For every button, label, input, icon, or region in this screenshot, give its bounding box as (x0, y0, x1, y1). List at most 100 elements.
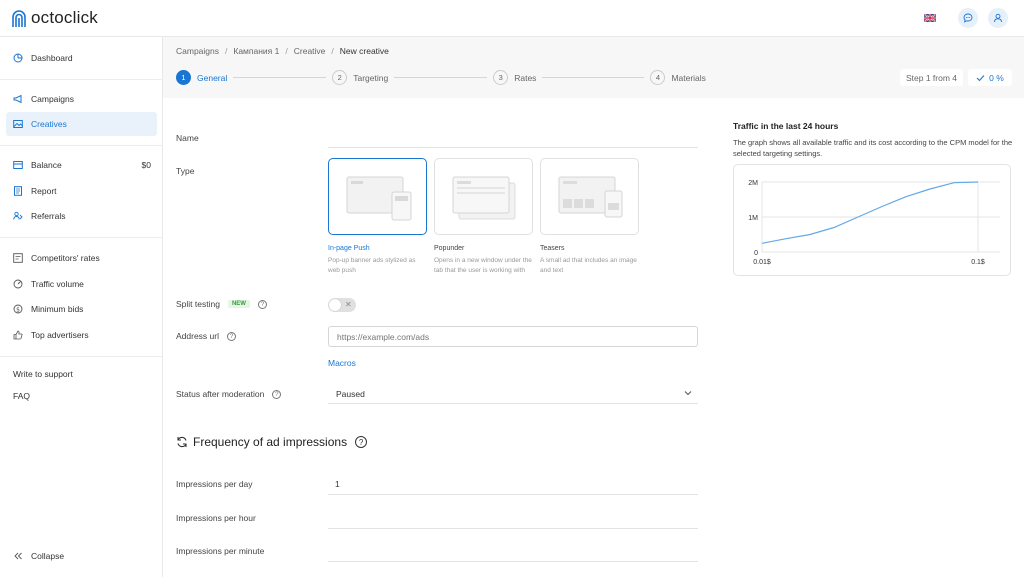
sidebar-item-minimum-bids[interactable]: $ Minimum bids (6, 297, 157, 321)
sidebar-item-balance[interactable]: Balance $0 (6, 153, 157, 177)
thumb-icon (12, 330, 23, 341)
traffic-panel-title: Traffic in the last 24 hours (733, 121, 839, 131)
type-card-teasers[interactable] (540, 158, 639, 235)
split-testing-row: Split testing NEW ? (176, 299, 267, 309)
x-tick-label: 0.01$ (753, 259, 771, 266)
type-card-popunder[interactable] (434, 158, 533, 235)
status-select[interactable]: Paused (328, 385, 698, 404)
write-to-support-link[interactable]: Write to support (13, 369, 73, 379)
breadcrumb: Campaigns / Кампания 1 / Creative / New … (176, 46, 389, 56)
y-tick-label: 1M (748, 215, 758, 222)
uk-flag-icon[interactable] (924, 14, 936, 22)
rates-icon (12, 253, 23, 264)
check-icon (976, 74, 985, 81)
sidebar-item-label: Report (31, 186, 57, 196)
sidebar-item-campaigns[interactable]: Campaigns (6, 87, 157, 111)
faq-link[interactable]: FAQ (13, 391, 30, 401)
sidebar-item-label: Referrals (31, 211, 66, 221)
help-icon[interactable]: ? (257, 299, 267, 309)
impressions-per-day-label: Impressions per day (176, 479, 253, 489)
breadcrumb-separator: / (331, 46, 334, 56)
type-name-popunder: Popunder (434, 245, 465, 252)
chat-button[interactable] (958, 8, 978, 28)
logo[interactable]: octoclick (10, 6, 98, 30)
step-number: 4 (650, 70, 666, 85)
type-name-teasers: Teasers (540, 245, 565, 252)
traffic-icon (12, 279, 23, 290)
y-tick-label: 2M (748, 180, 758, 187)
image-icon (12, 119, 23, 130)
x-tick-label: 0.1$ (971, 259, 985, 266)
help-icon[interactable]: ? (272, 389, 282, 399)
top-bar: octoclick (0, 0, 1024, 37)
logo-icon (12, 10, 26, 27)
breadcrumb-campaigns[interactable]: Campaigns (176, 46, 219, 56)
sidebar-item-label: Traffic volume (31, 279, 84, 289)
input-underline (328, 494, 698, 495)
impressions-per-day-input[interactable]: 1 (335, 479, 340, 489)
step-counter: Step 1 from 4 (900, 69, 964, 86)
sidebar-item-label: Creatives (31, 119, 67, 129)
sidebar-item-top-advertisers[interactable]: Top advertisers (6, 323, 157, 347)
toggle-knob (329, 299, 341, 311)
chat-icon (963, 13, 973, 23)
sidebar-item-report[interactable]: Report (6, 179, 157, 203)
breadcrumb-separator: / (225, 46, 228, 56)
type-name-in-page-push: In-page Push (328, 245, 370, 252)
traffic-chart: 0 1M 2M 0.01$ 0.1$ (733, 164, 1011, 276)
breadcrumb-separator: / (285, 46, 288, 56)
step-connector (233, 77, 327, 78)
sidebar-item-label: Top advertisers (31, 330, 89, 340)
split-testing-toggle[interactable]: ✕ (328, 298, 356, 312)
step-label: General (197, 72, 228, 83)
teasers-illustration (558, 176, 623, 218)
address-url-input[interactable] (328, 326, 698, 347)
sidebar-item-creatives[interactable]: Creatives (6, 112, 157, 136)
breadcrumb-campaign[interactable]: Кампания 1 (233, 46, 279, 56)
sidebar-item-dashboard[interactable]: Dashboard (6, 46, 157, 70)
type-card-in-page-push[interactable] (328, 158, 427, 235)
step-label: Materials (671, 72, 706, 83)
progress-value: 0 % (989, 72, 1004, 83)
sidebar-item-label: Balance (31, 160, 62, 170)
dollar-icon: $ (12, 304, 23, 315)
collapse-button[interactable]: Collapse (6, 544, 157, 568)
sidebar: Dashboard Campaigns Creatives Balance $0… (0, 37, 163, 577)
help-icon[interactable]: ? (227, 331, 236, 341)
y-tick-label: 0 (754, 250, 758, 257)
megaphone-icon (12, 94, 23, 105)
name-input[interactable] (328, 130, 698, 146)
step-number: 3 (493, 70, 509, 85)
divider (0, 356, 163, 357)
step-general[interactable]: 1 General (176, 70, 227, 85)
chevron-down-icon (684, 391, 692, 396)
sidebar-item-referrals[interactable]: Referrals (6, 204, 157, 228)
logo-text: octoclick (31, 8, 98, 27)
step-rates[interactable]: 3 Rates (493, 70, 536, 85)
svg-text:$: $ (16, 306, 20, 313)
double-chevron-left-icon (12, 551, 23, 562)
help-icon[interactable]: ? (355, 436, 368, 448)
main-header: Campaigns / Кампания 1 / Creative / New … (163, 37, 1024, 98)
profile-button[interactable] (988, 8, 1008, 28)
address-url-row: Address url ? (176, 331, 236, 341)
macros-link[interactable]: Macros (328, 358, 356, 368)
sidebar-item-competitors-rates[interactable]: Competitors' rates (6, 246, 157, 270)
step-materials[interactable]: 4 Materials (650, 70, 706, 85)
sidebar-item-label: Minimum bids (31, 304, 84, 314)
impressions-per-minute-label: Impressions per minute (176, 546, 265, 556)
type-label: Type (176, 166, 195, 176)
step-label: Rates (514, 72, 537, 83)
step-label: Targeting (353, 72, 389, 83)
address-url-label: Address url (176, 331, 219, 341)
sidebar-item-label: Campaigns (31, 94, 74, 104)
sidebar-item-traffic-volume[interactable]: Traffic volume (6, 272, 157, 296)
step-targeting[interactable]: 2 Targeting (332, 70, 388, 85)
divider (0, 79, 163, 80)
breadcrumb-creative[interactable]: Creative (294, 46, 326, 56)
step-number: 1 (176, 70, 191, 85)
breadcrumb-current: New creative (339, 46, 389, 56)
divider (0, 145, 163, 146)
report-icon (12, 186, 23, 197)
sidebar-item-label: Competitors' rates (31, 253, 100, 263)
